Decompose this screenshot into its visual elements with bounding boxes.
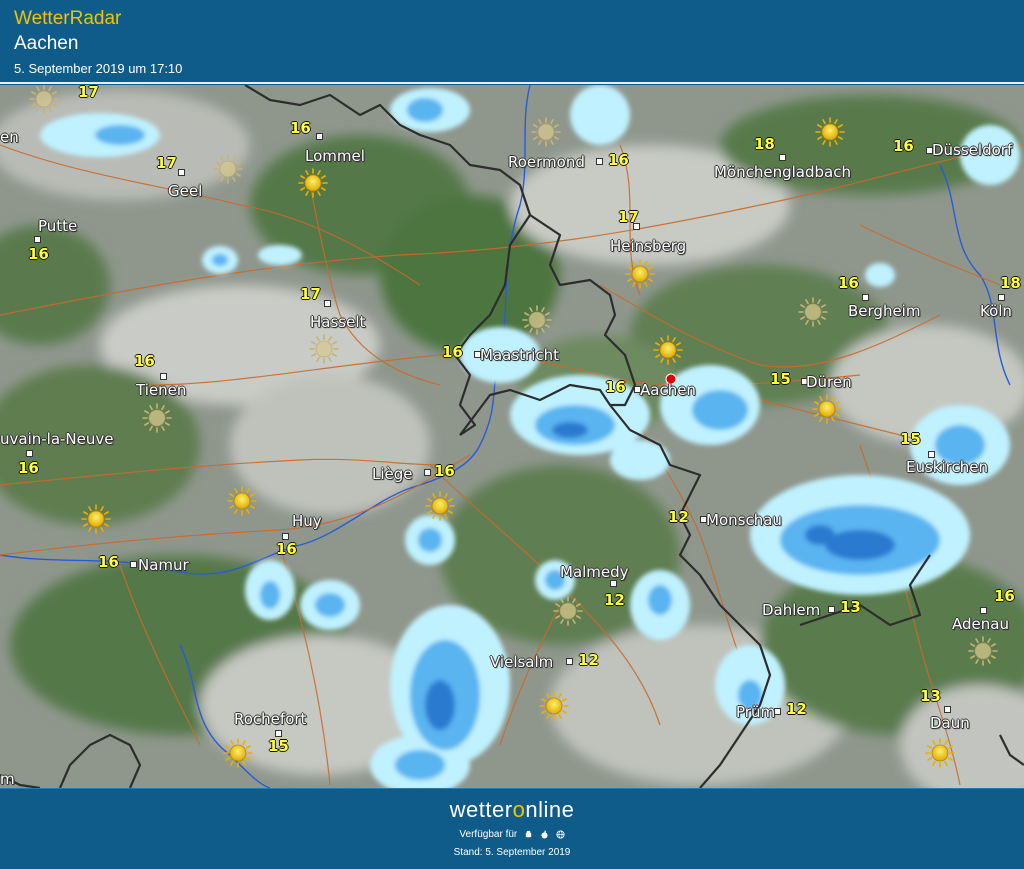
city-label-bergheim[interactable]: Bergheim <box>848 302 920 320</box>
city-marker-hasselt[interactable] <box>324 300 331 307</box>
map-canvas <box>0 85 1024 788</box>
city-label-aachen[interactable]: Aachen <box>640 381 696 399</box>
city-marker-namur[interactable] <box>130 561 137 568</box>
city-label-namur[interactable]: Namur <box>138 556 189 574</box>
city-label-koeln[interactable]: Köln <box>980 302 1012 320</box>
city-label-maastricht[interactable]: Maastricht <box>480 346 559 364</box>
city-marker-vielsalm[interactable] <box>566 658 573 665</box>
city-label-dahlem[interactable]: Dahlem <box>762 601 820 619</box>
location-title: Aachen <box>14 33 79 54</box>
city-label-monschau[interactable]: Monschau <box>706 511 782 529</box>
temperature-duesseldorf: 16 <box>893 137 914 155</box>
city-marker-tienen[interactable] <box>160 373 167 380</box>
android-icon[interactable] <box>524 830 533 839</box>
city-label-euskirchen[interactable]: Euskirchen <box>906 458 988 476</box>
temperature-malmedy: 12 <box>604 591 625 609</box>
city-label-louvain[interactable]: uvain-la-Neuve <box>0 430 114 448</box>
temperature-geel: 17 <box>156 154 177 172</box>
temperature-namur: 16 <box>98 553 119 571</box>
wetteronline-logo: wetteronline <box>449 797 575 822</box>
temperature-rochefort: 15 <box>268 737 289 755</box>
city-marker-dahlem[interactable] <box>828 606 835 613</box>
temperature-monschau: 12 <box>668 508 689 526</box>
city-marker-roermond[interactable] <box>596 158 603 165</box>
temperature-dueren: 15 <box>770 370 791 388</box>
footer-bar: wetteronline Verfügbar für Stand: 5. Sep… <box>0 788 1024 869</box>
temperature-louvain: 16 <box>18 459 39 477</box>
temperature-daun: 13 <box>920 687 941 705</box>
apple-icon[interactable] <box>540 830 549 839</box>
radar-map[interactable]: Lommel 16 Geel 17 Putte 16 Roermond 16 Mönchengl… <box>0 85 1024 788</box>
availability-line: Verfügbar für <box>0 829 1024 840</box>
city-label-malmedy[interactable]: Malmedy <box>560 563 629 581</box>
city-label-pruem[interactable]: Prüm <box>736 703 775 721</box>
city-marker-malmedy[interactable] <box>610 580 617 587</box>
city-marker-adenau[interactable] <box>980 607 987 614</box>
edge-city-label: en <box>0 128 19 146</box>
temperature-moenchengladbach: 18 <box>754 135 775 153</box>
city-label-lommel[interactable]: Lommel <box>305 147 365 165</box>
city-marker-euskirchen[interactable] <box>928 451 935 458</box>
city-label-moenchengladbach[interactable]: Mönchengladbach <box>714 163 851 181</box>
temperature-dahlem: 13 <box>840 598 861 616</box>
temperature-koeln: 18 <box>1000 274 1021 292</box>
web-icon[interactable] <box>556 830 565 839</box>
app-brand: WetterRadar <box>14 8 122 29</box>
city-marker-louvain[interactable] <box>26 450 33 457</box>
city-label-liege[interactable]: Liège <box>372 465 413 483</box>
city-label-hasselt[interactable]: Hasselt <box>310 313 365 331</box>
city-label-daun[interactable]: Daun <box>930 714 970 732</box>
city-marker-huy[interactable] <box>282 533 289 540</box>
header-bar: WetterRadar Aachen 5. September 2019 um … <box>0 0 1024 84</box>
temperature-euskirchen: 15 <box>900 430 921 448</box>
temperature-liege: 16 <box>434 462 455 480</box>
terrain-layer <box>0 90 1024 788</box>
temperature-maastricht: 16 <box>442 343 463 361</box>
city-label-roermond[interactable]: Roermond <box>508 153 585 171</box>
city-marker-geel[interactable] <box>178 169 185 176</box>
temperature-huy: 16 <box>276 540 297 558</box>
city-label-rochefort[interactable]: Rochefort <box>234 710 306 728</box>
temperature-hasselt: 17 <box>300 285 321 303</box>
city-label-dueren[interactable]: Düren <box>806 373 852 391</box>
city-marker-daun[interactable] <box>944 706 951 713</box>
temperature-putte: 16 <box>28 245 49 263</box>
temperature-heinsberg: 17 <box>618 208 639 226</box>
temperature-vielsalm: 12 <box>578 651 599 669</box>
city-label-putte[interactable]: Putte <box>38 217 77 235</box>
temperature-adenau: 16 <box>994 587 1015 605</box>
city-marker-lommel[interactable] <box>316 133 323 140</box>
temperature-lommel: 16 <box>290 119 311 137</box>
availability-label: Verfügbar für <box>459 829 518 840</box>
city-marker-koeln[interactable] <box>998 294 1005 301</box>
temperature-pruem: 12 <box>786 700 807 718</box>
city-marker-rochefort[interactable] <box>275 730 282 737</box>
temperature-bergheim: 16 <box>838 274 859 292</box>
temperature-tienen: 16 <box>134 352 155 370</box>
city-marker-liege[interactable] <box>424 469 431 476</box>
edge-temperature: 17 <box>78 85 99 101</box>
city-label-heinsberg[interactable]: Heinsberg <box>610 237 686 255</box>
city-label-vielsalm[interactable]: Vielsalm <box>490 653 553 671</box>
edge-city-label: m <box>0 770 15 788</box>
city-label-huy[interactable]: Huy <box>292 512 322 530</box>
weather-radar-window: WetterRadar Aachen 5. September 2019 um … <box>0 0 1024 869</box>
city-marker-putte[interactable] <box>34 236 41 243</box>
temperature-aachen: 16 <box>605 378 626 396</box>
timestamp: 5. September 2019 um 17:10 <box>14 61 183 76</box>
temperature-roermond: 16 <box>608 151 629 169</box>
city-marker-moenchengladbach[interactable] <box>779 154 786 161</box>
city-marker-bergheim[interactable] <box>862 294 869 301</box>
city-label-tienen[interactable]: Tienen <box>136 381 186 399</box>
data-stand-date: Stand: 5. September 2019 <box>453 847 571 858</box>
city-label-geel[interactable]: Geel <box>168 182 202 200</box>
city-label-adenau[interactable]: Adenau <box>952 615 1009 633</box>
city-label-duesseldorf[interactable]: Düsseldorf <box>932 141 1012 159</box>
